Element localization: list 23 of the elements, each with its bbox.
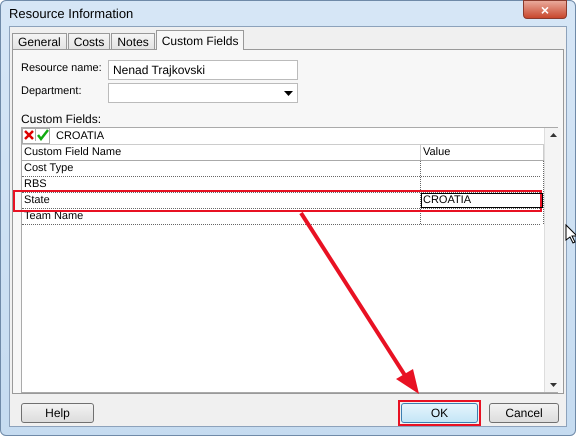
tab[interactable]: General xyxy=(12,33,67,50)
tab[interactable]: Custom Fields xyxy=(156,30,244,50)
check-icon[interactable] xyxy=(35,129,49,141)
edit-value[interactable]: CROATIA xyxy=(54,128,104,144)
table-cell[interactable]: CROATIA xyxy=(421,193,544,208)
dialog-button[interactable]: OK xyxy=(401,403,478,423)
table-cell: Cost Type xyxy=(22,161,421,176)
table-cell: RBS xyxy=(22,177,421,192)
tab[interactable]: Notes xyxy=(111,33,155,50)
dialog-button[interactable]: Help xyxy=(21,403,94,423)
field-label: Department: xyxy=(21,85,83,97)
dropdown-field[interactable] xyxy=(108,83,298,103)
table-cell: State xyxy=(22,193,421,208)
cancel-icon[interactable] xyxy=(23,129,35,141)
window-title: Resource Information xyxy=(9,6,134,21)
grid-label: Custom Fields: xyxy=(21,112,102,126)
tab[interactable]: Costs xyxy=(68,33,110,50)
caret-icon xyxy=(284,90,293,96)
input-field[interactable]: Nenad Trajkovski xyxy=(108,60,298,80)
scroll-bar[interactable] xyxy=(544,128,561,392)
dialog-button[interactable]: Cancel xyxy=(489,403,559,423)
field-label: Resource name: xyxy=(21,62,103,74)
column-header: Custom Field Name xyxy=(22,145,421,160)
